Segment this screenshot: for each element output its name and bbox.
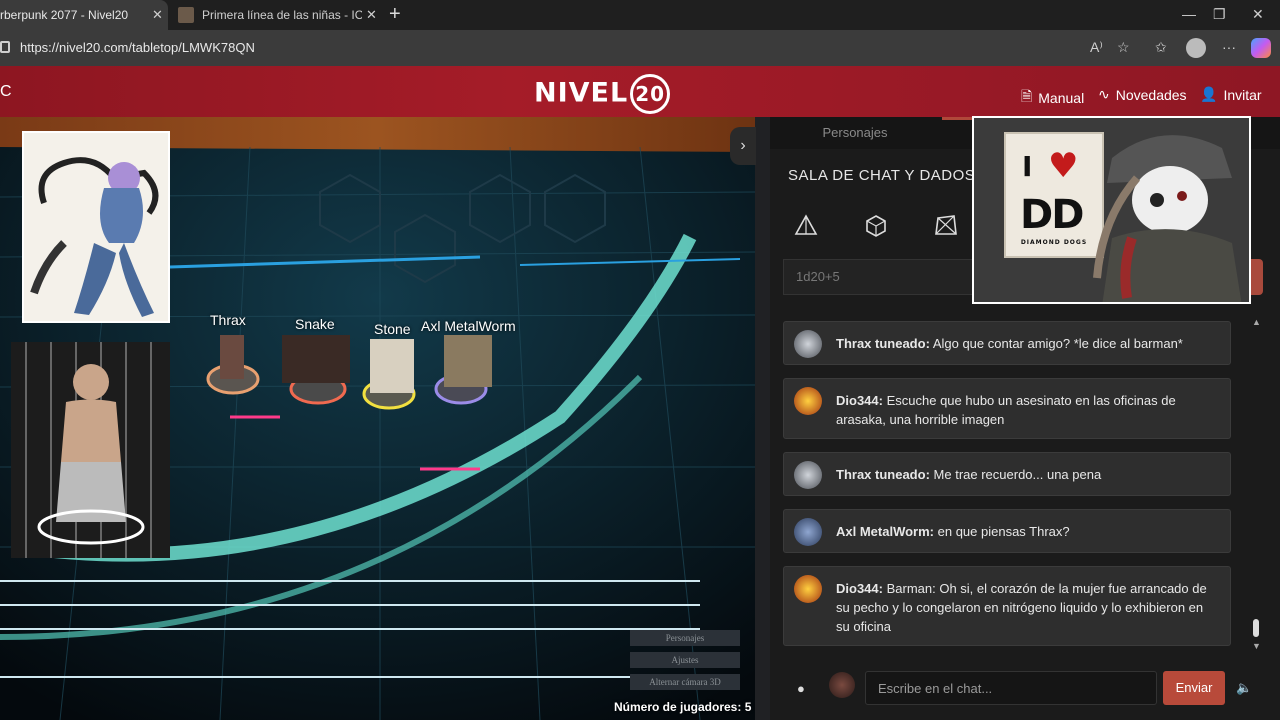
nav-invitar-label: Invitar bbox=[1223, 86, 1262, 103]
user-avatar bbox=[794, 387, 822, 415]
current-user-avatar[interactable] bbox=[829, 672, 855, 698]
chat-room-title: SALA DE CHAT Y DADOS bbox=[788, 167, 976, 184]
profile-avatar-icon[interactable] bbox=[1186, 38, 1206, 58]
tab-personajes[interactable]: Personajes bbox=[770, 117, 940, 149]
token-stone[interactable] bbox=[364, 337, 418, 409]
lock-icon bbox=[0, 41, 10, 53]
chat-scrollbar[interactable]: ▲ ▼ bbox=[1250, 317, 1262, 657]
nav-novedades-label: Novedades bbox=[1115, 86, 1187, 103]
user-avatar bbox=[794, 330, 822, 358]
url-field[interactable]: https://nivel20.com/tabletop/LMWK78QN bbox=[20, 40, 255, 55]
chat-message: Dio344: Barman: Oh si, el corazón de la … bbox=[783, 566, 1231, 646]
collapse-panel-button[interactable]: › bbox=[730, 127, 756, 165]
message-author: Thrax tuneado: bbox=[836, 336, 930, 351]
token-thrax[interactable] bbox=[210, 332, 258, 394]
message-text: Algo que contar amigo? *le dice al barma… bbox=[932, 336, 1183, 351]
minimize-icon[interactable]: — bbox=[1182, 6, 1196, 22]
nav-manual-label: Manual bbox=[1038, 90, 1085, 106]
map-personajes-button[interactable]: Personajes bbox=[630, 630, 740, 646]
nav-manual[interactable]: 🗎 Manual bbox=[1021, 86, 1084, 110]
maximize-icon[interactable]: ❐ bbox=[1213, 6, 1226, 23]
message-author: Dio344: bbox=[836, 393, 883, 408]
dragon-girl-illustration bbox=[24, 133, 168, 321]
scroll-thumb[interactable] bbox=[1253, 619, 1259, 637]
d8-die-icon[interactable] bbox=[934, 214, 958, 245]
user-avatar bbox=[794, 575, 822, 603]
chat-input[interactable]: Escribe en el chat... bbox=[865, 671, 1157, 705]
video-overlay[interactable]: I ♥ DD DIAMOND DOGS bbox=[972, 116, 1251, 304]
d4-die-icon[interactable] bbox=[794, 214, 818, 245]
message-text: Barman: Oh si, el corazón de la mujer fu… bbox=[836, 581, 1207, 634]
tab-title: rberpunk 2077 - Nivel20 bbox=[0, 8, 129, 22]
favorite-star-icon[interactable]: ☆ bbox=[1117, 39, 1130, 56]
app-header: C NIVEL 20 🗎 Manual ∿ Novedades 👤 Invitar bbox=[0, 66, 1280, 117]
pulse-icon: ∿ bbox=[1098, 86, 1110, 102]
token-axl[interactable] bbox=[436, 332, 492, 404]
new-tab-icon[interactable]: + bbox=[389, 3, 401, 26]
chat-message: Thrax tuneado: Algo que contar amigo? *l… bbox=[783, 321, 1231, 365]
map-toggle-3d-button[interactable]: Alternar cámara 3D bbox=[630, 674, 740, 690]
browser-tab-active[interactable]: rberpunk 2077 - Nivel20 ✕ bbox=[0, 0, 168, 30]
d6-die-icon[interactable] bbox=[864, 214, 888, 245]
speaker-icon[interactable]: 🔈 bbox=[1236, 680, 1252, 696]
tab-title: Primera línea de las niñas - IOP W bbox=[202, 8, 362, 22]
logo-text: NIVEL bbox=[534, 77, 629, 109]
chat-message: Axl MetalWorm: en que piensas Thrax? bbox=[783, 509, 1231, 553]
logo-number: 20 bbox=[630, 74, 671, 114]
token-label-stone: Stone bbox=[374, 321, 411, 337]
caged-figure-photo bbox=[11, 342, 170, 558]
send-button[interactable]: Enviar bbox=[1163, 671, 1225, 705]
read-aloud-icon[interactable]: A⁾ bbox=[1090, 39, 1103, 56]
address-bar: https://nivel20.com/tabletop/LMWK78QN A⁾… bbox=[0, 30, 1280, 66]
sign-letter-i: I bbox=[1022, 150, 1033, 183]
message-author: Axl MetalWorm: bbox=[836, 524, 934, 539]
scroll-up-icon[interactable]: ▲ bbox=[1252, 317, 1261, 327]
heart-icon: ♥ bbox=[1048, 146, 1079, 186]
chat-message: Thrax tuneado: Me trae recuerdo... una p… bbox=[783, 452, 1231, 496]
nivel20-logo[interactable]: NIVEL 20 bbox=[534, 74, 671, 114]
scroll-down-icon[interactable]: ▼ bbox=[1252, 641, 1261, 651]
map-ajustes-button[interactable]: Ajustes bbox=[630, 652, 740, 668]
message-author: Dio344: bbox=[836, 581, 883, 596]
sign-dd: DD bbox=[1020, 192, 1084, 238]
tab-favicon-icon bbox=[178, 7, 194, 23]
add-user-icon: 👤 bbox=[1200, 86, 1218, 102]
browser-tab-bar: rberpunk 2077 - Nivel20 ✕ Primera línea … bbox=[0, 0, 1280, 30]
webcam-user-image[interactable] bbox=[11, 342, 170, 558]
globe-icon[interactable]: ● bbox=[797, 681, 805, 696]
nav-invitar[interactable]: 👤 Invitar bbox=[1200, 86, 1262, 103]
close-window-icon[interactable]: ✕ bbox=[1252, 6, 1264, 23]
message-text: Escuche que hubo un asesinato en las ofi… bbox=[836, 393, 1176, 427]
token-label-thrax: Thrax bbox=[210, 312, 246, 328]
user-avatar bbox=[794, 518, 822, 546]
user-avatar bbox=[794, 461, 822, 489]
token-label-snake: Snake bbox=[295, 316, 335, 332]
more-menu-icon[interactable]: ··· bbox=[1222, 39, 1236, 55]
chat-message: Dio344: Escuche que hubo un asesinato en… bbox=[783, 378, 1231, 439]
message-text: en que piensas Thrax? bbox=[937, 524, 1070, 539]
character-portrait-image[interactable] bbox=[22, 131, 170, 323]
copilot-icon[interactable] bbox=[1251, 38, 1271, 58]
token-snake[interactable] bbox=[282, 332, 352, 402]
message-text: Me trae recuerdo... una pena bbox=[933, 467, 1102, 482]
book-icon: 🗎 bbox=[1021, 88, 1033, 104]
close-tab-icon[interactable]: ✕ bbox=[152, 7, 163, 23]
nav-novedades[interactable]: ∿ Novedades bbox=[1098, 86, 1187, 103]
favorites-list-icon[interactable]: ✩ bbox=[1155, 39, 1167, 56]
header-menu-icon[interactable]: C bbox=[0, 83, 12, 101]
browser-tab[interactable]: Primera línea de las niñas - IOP W ✕ bbox=[172, 0, 386, 30]
players-count: Número de jugadores: 5 bbox=[614, 700, 752, 714]
close-tab-icon[interactable]: ✕ bbox=[366, 7, 377, 23]
message-author: Thrax tuneado: bbox=[836, 467, 930, 482]
soldier-character-art bbox=[1093, 135, 1242, 302]
